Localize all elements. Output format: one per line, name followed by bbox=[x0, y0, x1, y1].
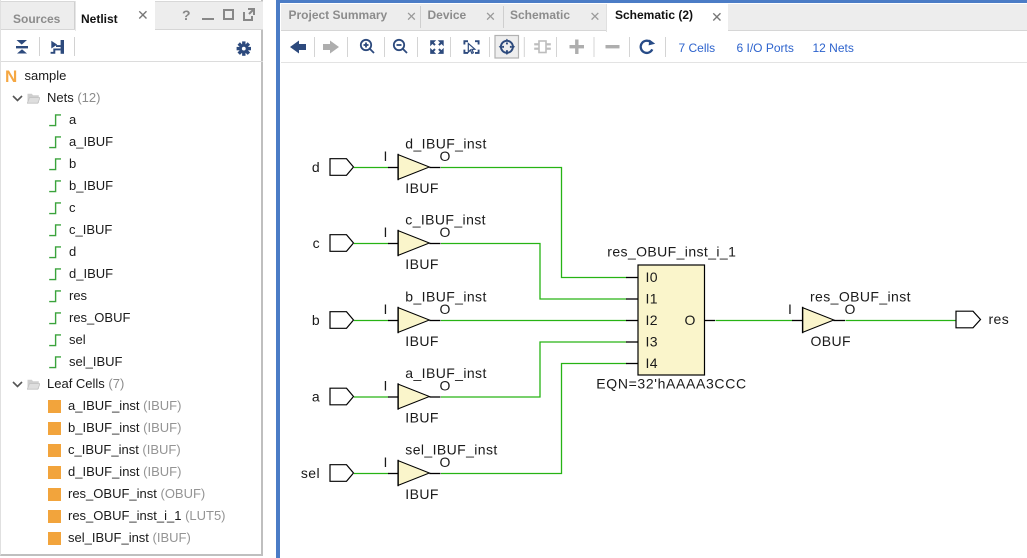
svg-text:IBUF: IBUF bbox=[405, 180, 439, 196]
svg-text:IBUF: IBUF bbox=[405, 333, 439, 349]
svg-text:7 Cells: 7 Cells bbox=[679, 41, 716, 55]
svg-text:a_IBUF_inst: a_IBUF_inst bbox=[405, 365, 486, 381]
svg-text:I4: I4 bbox=[646, 355, 658, 371]
svg-text:res: res bbox=[989, 311, 1010, 327]
svg-text:b: b bbox=[312, 312, 320, 328]
svg-text:d: d bbox=[312, 159, 320, 175]
svg-text:res_OBUF_inst_i_1: res_OBUF_inst_i_1 bbox=[607, 244, 736, 260]
svg-text:IBUF: IBUF bbox=[405, 410, 439, 426]
svg-text:sel: sel bbox=[301, 465, 320, 481]
svg-text:I: I bbox=[384, 148, 388, 164]
svg-text:c_IBUF_inst: c_IBUF_inst bbox=[405, 211, 486, 227]
svg-text:I: I bbox=[384, 378, 388, 394]
svg-text:I1: I1 bbox=[646, 291, 658, 307]
svg-text:EQN=32'hAAAA3CCC: EQN=32'hAAAA3CCC bbox=[596, 376, 746, 392]
svg-text:I: I bbox=[788, 301, 792, 317]
svg-text:I: I bbox=[384, 454, 388, 470]
svg-text:sel_IBUF_inst: sel_IBUF_inst bbox=[405, 441, 497, 457]
svg-text:I0: I0 bbox=[646, 269, 658, 285]
svg-text:IBUF: IBUF bbox=[405, 486, 439, 502]
svg-text:b_IBUF_inst: b_IBUF_inst bbox=[405, 288, 486, 304]
svg-text:res_OBUF_inst: res_OBUF_inst bbox=[810, 288, 911, 304]
svg-text:O: O bbox=[685, 312, 696, 328]
svg-text:IBUF: IBUF bbox=[405, 256, 439, 272]
svg-text:I2: I2 bbox=[646, 312, 658, 328]
svg-text:c: c bbox=[313, 235, 320, 251]
svg-text:I: I bbox=[384, 301, 388, 317]
svg-text:I3: I3 bbox=[646, 334, 658, 350]
svg-text:I: I bbox=[384, 224, 388, 240]
svg-text:6 I/O Ports: 6 I/O Ports bbox=[737, 41, 794, 55]
svg-text:OBUF: OBUF bbox=[811, 333, 852, 349]
svg-text:d_IBUF_inst: d_IBUF_inst bbox=[405, 135, 486, 151]
svg-text:12 Nets: 12 Nets bbox=[813, 41, 854, 55]
svg-text:a: a bbox=[312, 389, 320, 405]
